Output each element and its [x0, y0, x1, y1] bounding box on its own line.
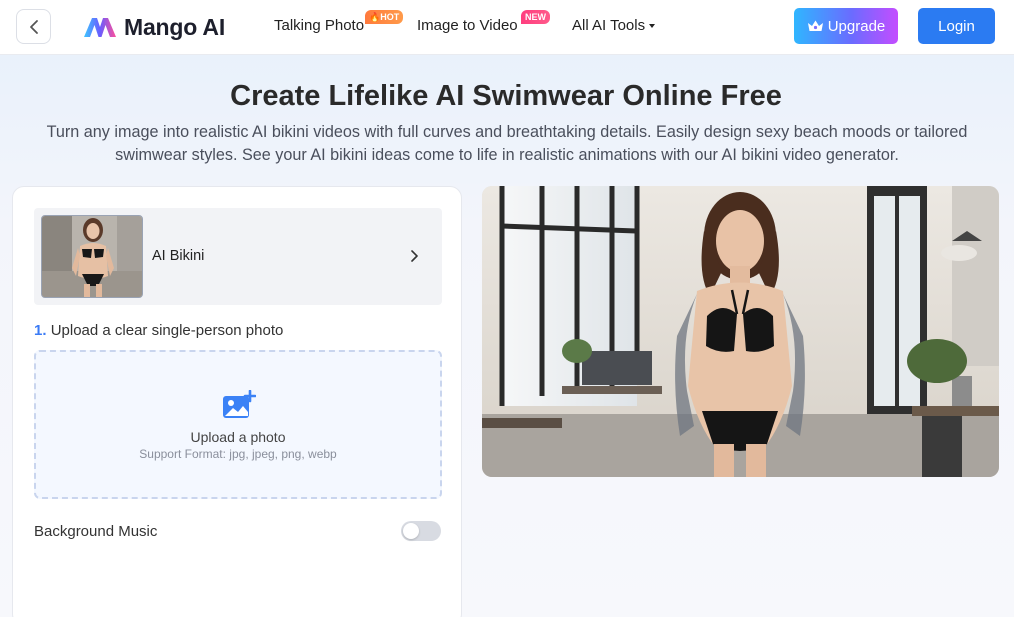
upload-step-label: 1. Upload a clear single-person photo: [34, 322, 283, 339]
mango-logo-icon: [84, 18, 116, 37]
background-music-toggle[interactable]: [401, 521, 441, 541]
step-number: 1.: [34, 322, 47, 339]
nav-all-ai-tools[interactable]: All AI Tools: [572, 17, 656, 34]
template-name: AI Bikini: [152, 248, 205, 264]
template-thumbnail: [41, 215, 143, 298]
upload-title: Upload a photo: [190, 429, 286, 445]
brand-logo[interactable]: Mango AI: [82, 11, 225, 43]
background-music-label: Background Music: [34, 523, 158, 540]
upgrade-label: Upgrade: [827, 17, 886, 35]
new-badge: NEW: [521, 10, 550, 24]
crown-icon: [807, 20, 823, 31]
brand-name: Mango AI: [124, 13, 226, 40]
step-text: Upload a clear single-person photo: [50, 322, 284, 339]
chevron-left-icon: [29, 19, 38, 34]
flame-icon: 🔥: [369, 12, 381, 22]
generator-panel: AI Bikini 1. Upload a clear single-perso…: [12, 186, 462, 617]
top-navbar: Mango AI Talking Photo 🔥HOT Image to Vid…: [0, 0, 1014, 55]
nav-image-to-video[interactable]: Image to Video: [417, 17, 518, 34]
upload-formats: Support Format: jpg, jpeg, png, webp: [139, 447, 337, 461]
photo-upload-dropzone[interactable]: Upload a photo Support Format: jpg, jpeg…: [34, 350, 442, 499]
add-image-icon: [223, 390, 256, 418]
hot-badge: 🔥HOT: [365, 10, 404, 24]
login-button[interactable]: Login: [918, 8, 995, 44]
nav-talking-photo[interactable]: Talking Photo: [274, 17, 364, 34]
upgrade-button[interactable]: Upgrade: [794, 8, 898, 44]
caret-down-icon: [649, 24, 656, 29]
page-title: Create Lifelike AI Swimwear Online Free: [230, 80, 782, 112]
page-description: Turn any image into realistic AI bikini …: [46, 123, 968, 164]
back-button[interactable]: [16, 9, 51, 44]
nav-all-ai-tools-label: All AI Tools: [572, 17, 646, 34]
chevron-right-icon: [411, 250, 418, 262]
hot-badge-label: HOT: [380, 12, 400, 22]
preview-image: [482, 186, 999, 477]
template-selector[interactable]: AI Bikini: [34, 208, 442, 305]
toggle-knob: [403, 523, 419, 539]
